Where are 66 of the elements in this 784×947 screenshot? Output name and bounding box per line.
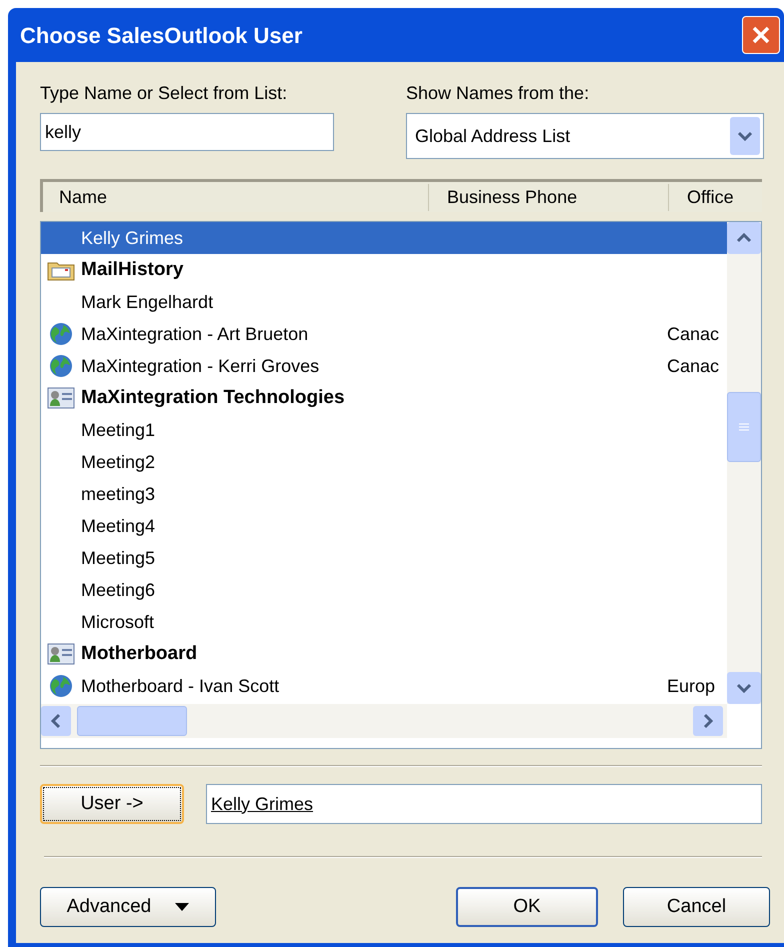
chevron-up-icon bbox=[736, 233, 752, 243]
contact-name: Meeting4 bbox=[81, 514, 156, 538]
office-cell-text: Canac bbox=[667, 322, 720, 346]
globe-icon bbox=[49, 322, 73, 346]
list-row[interactable]: Motherboard bbox=[41, 638, 727, 670]
horizontal-scrollbar[interactable] bbox=[41, 704, 727, 738]
office-cell-text: Canac bbox=[667, 354, 720, 378]
contact-name: Motherboard - Ivan Scott bbox=[81, 674, 280, 698]
office-cell-text: Europ bbox=[667, 674, 716, 698]
contact-name: Meeting6 bbox=[81, 578, 156, 602]
contact-name: MailHistory bbox=[81, 258, 184, 282]
contact-name: meeting3 bbox=[81, 482, 156, 506]
scroll-right-button[interactable] bbox=[693, 706, 723, 736]
scroll-thumb[interactable] bbox=[727, 392, 761, 462]
vertical-scrollbar[interactable] bbox=[727, 222, 761, 704]
list-row[interactable]: Microsoft bbox=[41, 606, 727, 638]
chevron-down-icon bbox=[736, 683, 752, 693]
advanced-menu-button[interactable]: Advanced bbox=[40, 887, 216, 927]
list-row[interactable]: Meeting2 bbox=[41, 446, 727, 478]
list-row[interactable]: MaXintegration Technologies bbox=[41, 382, 727, 414]
list-row[interactable]: MaXintegration - Art Brueton Canac bbox=[41, 318, 727, 350]
address-book-dropdown[interactable]: Global Address List bbox=[406, 113, 764, 159]
dropdown-arrow-icon bbox=[175, 903, 190, 911]
contact-name: MaXintegration - Art Brueton bbox=[81, 322, 310, 346]
column-header[interactable]: Business Phone bbox=[429, 184, 669, 210]
address-card-icon bbox=[47, 642, 75, 666]
scroll-up-button[interactable] bbox=[727, 222, 761, 254]
field-label: Type Name or Select from List: bbox=[40, 82, 288, 105]
list-row[interactable]: Mark Engelhardt bbox=[41, 286, 727, 318]
contact-name: Meeting5 bbox=[81, 546, 156, 570]
chevron-right-icon bbox=[703, 713, 713, 729]
list-row[interactable]: Meeting5 bbox=[41, 542, 727, 574]
list-row[interactable]: MaXintegration - Kerri Groves Canac bbox=[41, 350, 727, 382]
contact-name: Kelly Grimes bbox=[81, 226, 184, 250]
contact-name: Meeting2 bbox=[81, 450, 156, 474]
list-row[interactable]: Meeting6 bbox=[41, 574, 727, 606]
contact-name: MaXintegration Technologies bbox=[81, 386, 346, 410]
list-row[interactable]: Meeting1 bbox=[41, 414, 727, 446]
list-row[interactable]: MailHistory bbox=[41, 254, 727, 286]
cancel-button[interactable]: Cancel bbox=[623, 887, 770, 927]
scroll-down-button[interactable] bbox=[727, 672, 761, 704]
contact-name: Motherboard bbox=[81, 642, 198, 666]
window-title: Choose SalesOutlook User bbox=[20, 22, 302, 50]
close-icon bbox=[751, 25, 771, 45]
list-row[interactable]: Motherboard - Ivan Scott Europ bbox=[41, 670, 727, 702]
contact-name: MaXintegration - Kerri Groves bbox=[81, 354, 320, 378]
name-input-field[interactable]: kelly bbox=[40, 113, 334, 151]
column-header[interactable]: Office bbox=[669, 184, 734, 210]
column-header[interactable]: Name bbox=[43, 184, 429, 210]
globe-icon bbox=[49, 354, 73, 378]
close-button[interactable] bbox=[742, 16, 780, 54]
list-row[interactable]: Meeting4 bbox=[41, 510, 727, 542]
scroll-thumb[interactable] bbox=[77, 706, 187, 736]
contact-name: Meeting1 bbox=[81, 418, 156, 442]
address-card-icon bbox=[47, 386, 75, 410]
globe-icon bbox=[49, 674, 73, 698]
list-row[interactable]: Kelly Grimes bbox=[41, 222, 727, 254]
list-row[interactable]: meeting3 bbox=[41, 478, 727, 510]
chevron-left-icon bbox=[51, 713, 61, 729]
field-label: Show Names from the: bbox=[406, 82, 590, 105]
contact-name: Mark Engelhardt bbox=[81, 290, 214, 314]
contact-name: Microsoft bbox=[81, 610, 156, 634]
user-button[interactable]: User -> bbox=[40, 784, 184, 824]
ok-button[interactable]: OK bbox=[456, 887, 598, 927]
user-input-field[interactable]: Kelly Grimes bbox=[206, 784, 762, 824]
scroll-left-button[interactable] bbox=[41, 706, 71, 736]
